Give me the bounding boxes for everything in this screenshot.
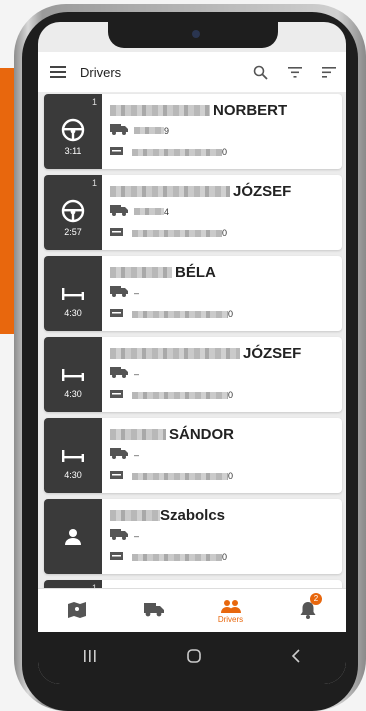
- blurred-card-number: [132, 391, 228, 399]
- driver-name: NORBERT: [213, 102, 288, 119]
- status-panel: 4:30: [44, 337, 102, 412]
- blurred-surname: [110, 267, 172, 278]
- driver-card-icon: [110, 227, 124, 239]
- driver-name: JÓZSEF: [233, 183, 292, 200]
- blurred-plate: [134, 208, 164, 215]
- driver-info: NORBERT 9 0: [102, 94, 342, 169]
- driver-card-icon: [110, 389, 124, 401]
- alert-count: 1: [91, 97, 97, 107]
- truck-icon: [110, 448, 128, 461]
- blurred-surname: [110, 105, 210, 116]
- status-panel: 4:30: [44, 418, 102, 493]
- sort-icon[interactable]: [322, 66, 336, 78]
- driver-list: 1 3:11 NORBERT 9 0 1 2:57 JÓZSEF 4 0 4:3…: [44, 94, 342, 606]
- status-panel: [44, 499, 102, 574]
- blurred-surname: [110, 429, 166, 440]
- bed-icon: [61, 361, 85, 390]
- blurred-surname: [110, 348, 240, 359]
- truck-icon: [110, 124, 128, 137]
- driver-card[interactable]: 4:30 BÉLA – 0: [44, 256, 342, 331]
- search-icon[interactable]: [253, 65, 268, 80]
- truck-icon: [110, 205, 128, 218]
- driver-name: Szabolcs: [160, 507, 226, 524]
- notch: [108, 22, 278, 48]
- truck-value: –: [134, 368, 140, 379]
- card-value: 0: [228, 471, 234, 481]
- truck-value: –: [134, 449, 140, 460]
- nav-map[interactable]: [38, 589, 115, 633]
- card-value: 0: [222, 147, 228, 157]
- driving-time: 3:11: [64, 146, 82, 156]
- driver-name: JÓZSEF: [243, 345, 302, 362]
- truck-icon: [143, 603, 164, 619]
- nav-drivers-label: Drivers: [217, 614, 244, 624]
- card-value: 0: [222, 228, 228, 238]
- driver-card[interactable]: 1 2:57 JÓZSEF 4 0: [44, 175, 342, 250]
- bottom-navigation: Drivers 2: [38, 588, 346, 633]
- nav-drivers[interactable]: Drivers: [192, 589, 269, 633]
- bed-icon: [61, 442, 85, 471]
- blurred-surname: [110, 186, 230, 197]
- truck-value: 9: [164, 125, 170, 136]
- driver-card-icon: [110, 146, 124, 158]
- rest-time: 4:30: [64, 308, 82, 318]
- driver-card[interactable]: Szabolcs – 0: [44, 499, 342, 574]
- truck-value: –: [134, 530, 140, 541]
- driver-info: JÓZSEF 4 0: [102, 175, 342, 250]
- truck-value: –: [134, 287, 140, 298]
- camera: [192, 30, 200, 38]
- driver-info: BÉLA – 0: [102, 256, 342, 331]
- nav-vehicles[interactable]: [115, 589, 192, 633]
- app-screen: Drivers 1 3:11 NORBERT 9 0 1 2:57 JÓZSEF…: [38, 22, 346, 684]
- home-icon[interactable]: [187, 648, 201, 668]
- driver-name: BÉLA: [175, 264, 216, 281]
- alert-count: 1: [91, 178, 97, 188]
- blurred-card-number: [132, 553, 222, 561]
- driving-time: 2:57: [64, 227, 82, 237]
- bed-icon: [61, 280, 85, 309]
- nav-notifications[interactable]: 2: [269, 589, 346, 633]
- steering-wheel-icon: [61, 199, 85, 228]
- page-title: Drivers: [80, 64, 122, 80]
- blurred-card-number: [132, 148, 222, 156]
- blurred-plate: [134, 127, 164, 134]
- driver-card-icon: [110, 308, 124, 320]
- truck-icon: [110, 529, 128, 542]
- blurred-surname: [110, 510, 160, 521]
- rest-time: 4:30: [64, 389, 82, 399]
- filter-icon[interactable]: [288, 66, 302, 78]
- driver-name: SÁNDOR: [169, 426, 235, 443]
- driver-card[interactable]: 1 3:11 NORBERT 9 0: [44, 94, 342, 169]
- driver-card[interactable]: 4:30 JÓZSEF – 0: [44, 337, 342, 412]
- menu-icon[interactable]: [50, 66, 66, 78]
- driver-card[interactable]: 4:30 SÁNDOR – 0: [44, 418, 342, 493]
- card-value: 0: [228, 390, 234, 400]
- steering-wheel-icon: [61, 118, 85, 147]
- status-panel: 1 2:57: [44, 175, 102, 250]
- back-icon[interactable]: [291, 648, 301, 668]
- person-icon: [61, 525, 85, 554]
- driver-info: JÓZSEF – 0: [102, 337, 342, 412]
- rest-time: 4:30: [64, 470, 82, 480]
- app-bar: Drivers: [38, 52, 346, 92]
- driver-info: Szabolcs – 0: [102, 499, 342, 574]
- truck-value: 4: [164, 206, 170, 217]
- blurred-card-number: [132, 310, 228, 318]
- driver-card-icon: [110, 551, 124, 563]
- truck-icon: [110, 367, 128, 380]
- blurred-card-number: [132, 229, 222, 237]
- notification-badge: 2: [310, 593, 322, 605]
- driver-card-icon: [110, 470, 124, 482]
- truck-icon: [110, 286, 128, 299]
- map-icon: [67, 601, 87, 621]
- card-value: 0: [222, 552, 228, 562]
- blurred-card-number: [132, 472, 228, 480]
- card-value: 0: [228, 309, 234, 319]
- system-navigation-bar: [38, 632, 346, 684]
- status-panel: 4:30: [44, 256, 102, 331]
- recent-apps-icon[interactable]: [83, 649, 97, 667]
- driver-info: SÁNDOR – 0: [102, 418, 342, 493]
- group-icon: [220, 599, 242, 615]
- status-panel: 1 3:11: [44, 94, 102, 169]
